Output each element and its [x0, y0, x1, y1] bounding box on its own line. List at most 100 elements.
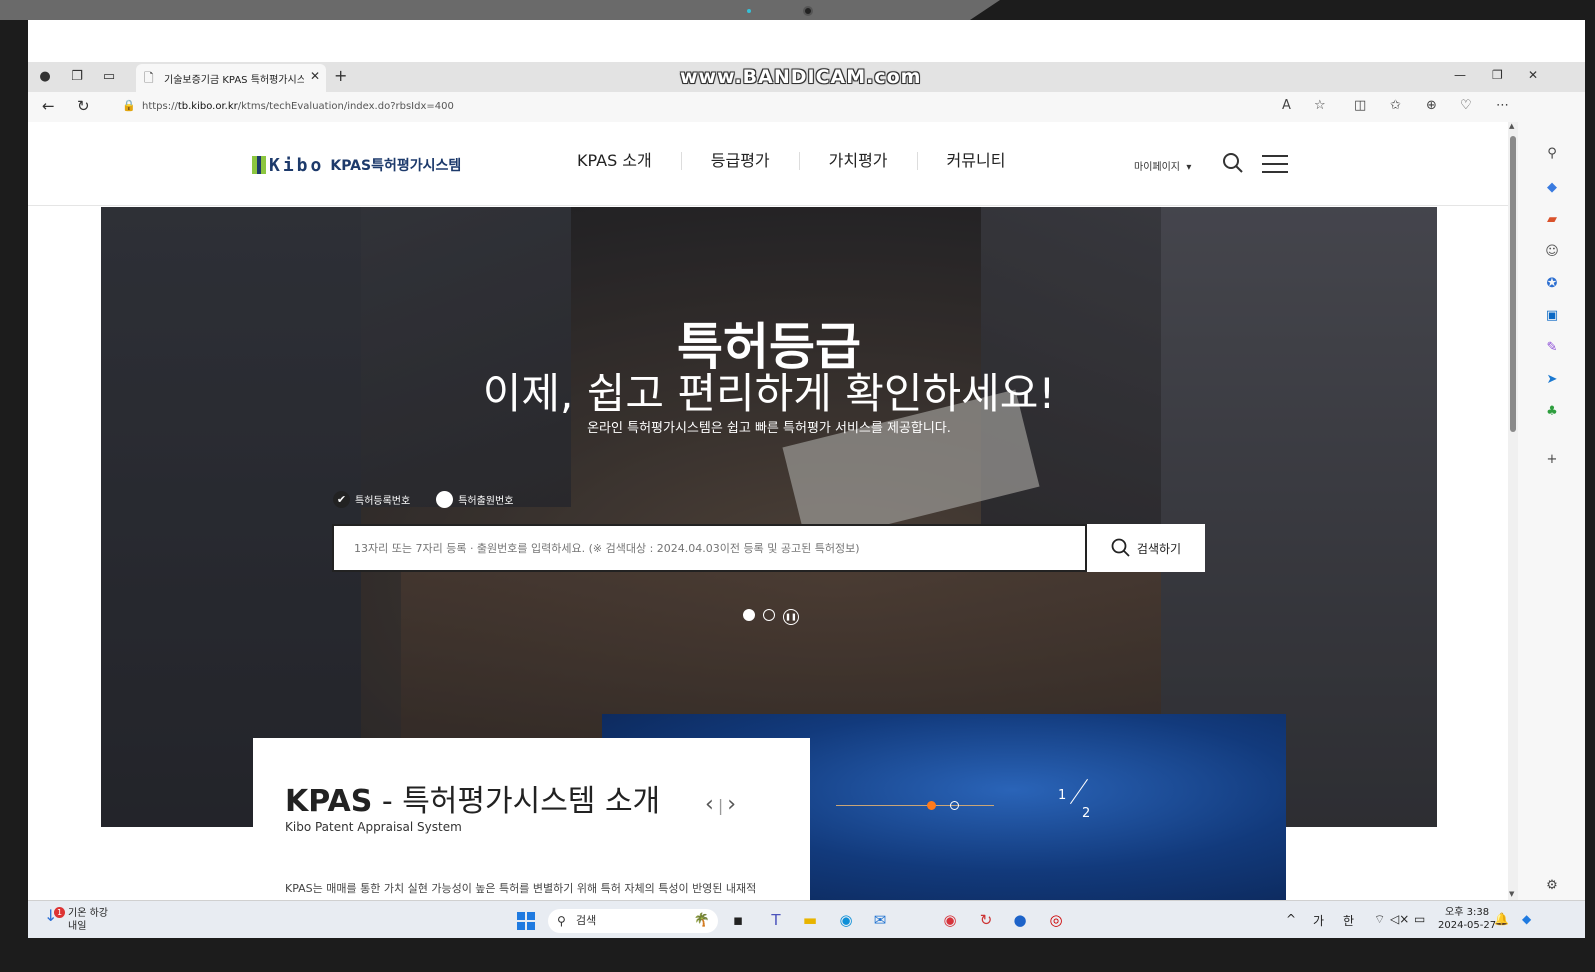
page-total: 2: [1082, 806, 1091, 821]
sidebar-send-icon[interactable]: ➤: [1542, 372, 1562, 387]
sidebar-toolbox-icon[interactable]: ▰: [1542, 212, 1562, 227]
bandicam-record-icon[interactable]: ◎: [1046, 910, 1066, 930]
weather-badge: 1: [54, 907, 65, 918]
browser-address-bar: ← ↻ 🔒 https://tb.kibo.or.kr/ktms/techEva…: [28, 92, 1585, 122]
search-icon[interactable]: [1222, 152, 1244, 174]
minimize-icon[interactable]: —: [1454, 68, 1466, 82]
restore-icon[interactable]: ❐: [1492, 68, 1503, 82]
main-nav: KPAS 소개 등급평가 가치평가 커뮤니티: [548, 152, 1034, 170]
patent-search-button[interactable]: 검색하기: [1087, 524, 1205, 572]
weather-widget[interactable]: ↓ 1 기온 하강 내일: [44, 907, 108, 933]
refresh-icon[interactable]: ↻: [77, 97, 90, 115]
slide-dot-1[interactable]: [743, 609, 755, 621]
slider-inactive-knob[interactable]: [950, 801, 959, 810]
radio-registration-number[interactable]: ✔: [333, 491, 350, 508]
favorites-icon[interactable]: ✩: [1390, 98, 1401, 113]
intro-pagination: 1 2: [1058, 778, 1090, 821]
start-icon[interactable]: [517, 912, 535, 930]
search-icon: [1111, 538, 1130, 557]
ime-language[interactable]: 한: [1343, 912, 1354, 929]
sidebar-people-icon[interactable]: ☺: [1542, 244, 1562, 259]
sidebar-outlook-icon[interactable]: ▣: [1542, 308, 1562, 323]
slide-dot-2[interactable]: [763, 609, 775, 621]
camera-led: [747, 9, 751, 13]
intro-arrows: ‹|›: [705, 792, 741, 817]
more-options-icon[interactable]: ⋯: [1496, 98, 1509, 113]
kibo-logo-mark: [252, 156, 266, 174]
sync-app-icon[interactable]: ↻: [976, 910, 996, 930]
url-field[interactable]: 🔒 https://tb.kibo.or.kr/ktms/techEvaluat…: [114, 95, 1334, 119]
clock-time: 오후 3:38: [1445, 907, 1490, 918]
edge-icon[interactable]: ◉: [836, 910, 856, 930]
copilot-taskbar-icon[interactable]: ◆: [1522, 912, 1531, 926]
laptop-bezel: ● ❐ ▭ 🗋 기술보증기금 KPAS 특허평가시스 ✕ + www.BANDI…: [0, 0, 1595, 972]
mail-icon[interactable]: ✉: [870, 910, 890, 930]
nav-value-evaluation[interactable]: 가치평가: [800, 152, 918, 170]
task-view-icon[interactable]: ▪: [728, 910, 748, 930]
split-screen-icon[interactable]: ◫: [1354, 98, 1366, 113]
mypage-label: 마이페이지: [1134, 162, 1180, 173]
ime-mode[interactable]: 가: [1313, 912, 1324, 929]
browser-essentials-icon[interactable]: ♡: [1460, 98, 1472, 113]
teams-icon[interactable]: T: [766, 910, 786, 930]
edge-sidebar: ⚲ ◆ ▰ ☺ ✪ ▣ ✎ ➤ ♣ + ⚙: [1518, 92, 1585, 900]
wifi-icon[interactable]: ⌔: [1374, 912, 1385, 927]
close-window-icon[interactable]: ✕: [1528, 68, 1538, 82]
lock-icon: 🔒: [122, 99, 136, 112]
tray-chevron-up-icon[interactable]: ^: [1286, 912, 1296, 926]
nav-community[interactable]: 커뮤니티: [918, 152, 1035, 170]
new-tab-icon[interactable]: +: [334, 66, 347, 85]
hamburger-menu-icon[interactable]: [1262, 155, 1288, 173]
url-text: https://tb.kibo.or.kr/ktms/techEvaluatio…: [142, 101, 454, 112]
sidebar-tag-icon[interactable]: ◆: [1542, 180, 1562, 195]
taskbar-clock[interactable]: 오후 3:38 2024-05-27: [1438, 906, 1496, 932]
mypage-dropdown[interactable]: 마이페이지 ▾: [1134, 158, 1191, 173]
collections-bar-icon[interactable]: ⊕: [1426, 98, 1437, 113]
battery-icon[interactable]: ▭: [1414, 912, 1425, 926]
read-aloud-icon[interactable]: A: [1282, 98, 1291, 113]
kibo-logo[interactable]: Kibo KPAS특허평가시스템: [252, 154, 461, 176]
tab-title: 기술보증기금 KPAS 특허평가시스: [164, 75, 304, 86]
intro-card: KPAS - 특허평가시스템 소개 Kibo Patent Appraisal …: [253, 738, 810, 900]
browser-tab-active[interactable]: 🗋 기술보증기금 KPAS 특허평가시스 ✕: [136, 64, 326, 92]
taskbar-search[interactable]: ⚲ 검색 🌴: [548, 909, 718, 933]
search-type-radios: ✔ 특허등록번호 특허출원번호: [333, 491, 513, 508]
patent-search-bar: 검색하기: [332, 524, 1205, 572]
taskbar-search-label: 검색: [576, 914, 597, 927]
sidebar-tree-icon[interactable]: ♣: [1542, 404, 1562, 419]
sidebar-search-icon[interactable]: ⚲: [1542, 146, 1562, 161]
sidebar-settings-icon[interactable]: ⚙: [1542, 878, 1562, 893]
slider-active-knob[interactable]: [927, 801, 936, 810]
radio-application-number[interactable]: [436, 491, 454, 508]
chevron-right-icon[interactable]: ›: [727, 792, 740, 817]
intro-title: KPAS - 특허평가시스템 소개: [285, 784, 661, 819]
nav-grade-evaluation[interactable]: 등급평가: [682, 152, 800, 170]
tab-actions-icon[interactable]: ▭: [100, 68, 118, 86]
patent-search-input[interactable]: [332, 524, 1087, 572]
scroll-down-icon[interactable]: ▼: [1509, 890, 1514, 898]
pause-icon[interactable]: ❚❚: [783, 609, 799, 625]
scrollbar-thumb[interactable]: [1510, 136, 1516, 432]
app-blue-icon[interactable]: ●: [1010, 910, 1030, 930]
windows-taskbar: ↓ 1 기온 하강 내일 ⚲ 검색 🌴 ▪ T ▬ ◉ ✉ ◉ ↻ ● ◎ ^ …: [28, 900, 1585, 938]
sidebar-designer-icon[interactable]: ✎: [1542, 340, 1562, 355]
app-red-icon[interactable]: ◉: [940, 910, 960, 930]
file-explorer-icon[interactable]: ▬: [800, 910, 820, 930]
collections-icon[interactable]: ❐: [68, 68, 86, 86]
tab-close-icon[interactable]: ✕: [310, 69, 320, 83]
chevron-left-icon[interactable]: ‹: [705, 792, 718, 817]
slider-track: [836, 805, 994, 806]
sidebar-add-icon[interactable]: +: [1542, 452, 1562, 467]
scroll-up-icon[interactable]: ▲: [1509, 122, 1514, 130]
notification-bell-icon[interactable]: 🔔: [1494, 912, 1509, 926]
page-scrollbar[interactable]: ▲ ▼: [1508, 122, 1518, 900]
profile-icon[interactable]: ●: [36, 68, 54, 86]
sidebar-m365-icon[interactable]: ✪: [1542, 276, 1562, 291]
weather-line2: 내일: [68, 921, 87, 932]
site-header: Kibo KPAS특허평가시스템 KPAS 소개 등급평가 가치평가 커뮤니티 …: [28, 122, 1508, 206]
back-arrow-icon[interactable]: ←: [42, 97, 55, 115]
nav-kpas-intro[interactable]: KPAS 소개: [548, 152, 682, 170]
logo-kibo-text: Kibo: [269, 154, 325, 176]
volume-mute-icon[interactable]: ◁×: [1390, 912, 1409, 926]
favorite-star-icon[interactable]: ☆: [1314, 98, 1326, 113]
